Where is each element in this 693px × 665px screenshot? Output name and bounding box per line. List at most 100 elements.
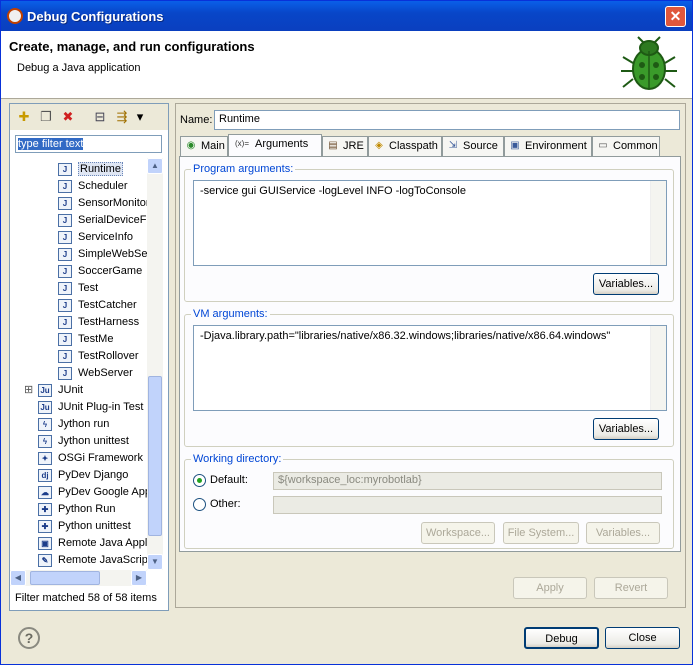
- default-label: Default:: [210, 474, 248, 486]
- tree-item[interactable]: J TestHarness: [58, 314, 139, 331]
- default-radio[interactable]: [193, 474, 206, 487]
- source-tab-icon: ⇲: [448, 140, 458, 152]
- tree-item-label: Remote JavaScrip: [58, 554, 147, 566]
- program-arguments-group: Program arguments: -service gui GUIServi…: [184, 163, 674, 302]
- tab-jre[interactable]: ▤ JRE: [322, 136, 368, 156]
- tab-bar: ◉ Main (x)= Arguments ▤ JRE ◈ Classpath ⇲ Sou…: [180, 134, 682, 156]
- new-config-icon[interactable]: ✚: [16, 109, 32, 125]
- vm-variables-button[interactable]: Variables...: [593, 418, 659, 440]
- tab-classpath[interactable]: ◈ Classpath: [368, 136, 442, 156]
- tab-source[interactable]: ⇲ Source: [442, 136, 504, 156]
- filter-icon[interactable]: ⇶: [114, 109, 130, 125]
- tab-arguments[interactable]: (x)= Arguments: [228, 134, 322, 156]
- python-icon: ✚: [38, 502, 52, 516]
- revert-button[interactable]: Revert: [594, 577, 668, 599]
- tree-item[interactable]: J Runtime: [58, 161, 123, 178]
- tree-vertical-scrollbar[interactable]: ▲ ▼: [147, 158, 163, 570]
- tree-item[interactable]: ▣ Remote Java Appl: [38, 535, 147, 552]
- tree-item[interactable]: J TestRollover: [58, 348, 139, 365]
- tree-item-label: SimpleWebSer: [78, 248, 147, 260]
- tree-item-label: WebServer: [78, 367, 133, 379]
- file-system-button[interactable]: File System...: [503, 522, 579, 544]
- apply-button[interactable]: Apply: [513, 577, 587, 599]
- java-app-icon: J: [58, 281, 72, 295]
- tab-main[interactable]: ◉ Main: [180, 136, 228, 156]
- tree-item-label: TestMe: [78, 333, 114, 345]
- debug-configurations-window: Debug Configurations ✕ Create, manage, a…: [0, 0, 693, 665]
- scroll-left-icon[interactable]: ◀: [10, 570, 26, 586]
- tree-item[interactable]: J WebServer: [58, 365, 133, 382]
- tree-item[interactable]: ✎ Remote JavaScrip: [38, 552, 147, 569]
- tree-item-label: TestCatcher: [78, 299, 137, 311]
- tab-label: Main: [201, 140, 225, 152]
- expand-icon[interactable]: ⊞: [24, 382, 33, 399]
- vm-arguments-textarea[interactable]: -Djava.library.path="libraries/native/x8…: [193, 325, 667, 411]
- name-input[interactable]: Runtime: [214, 110, 680, 130]
- tree-item[interactable]: J SerialDeviceFa: [58, 212, 147, 229]
- hscroll-thumb[interactable]: [30, 571, 100, 585]
- configurations-toolbar: ✚ ❐ ✖ ⊟ ⇶ ▾: [10, 104, 168, 130]
- name-label: Name:: [180, 114, 213, 126]
- tree-item[interactable]: J TestCatcher: [58, 297, 137, 314]
- window-title: Debug Configurations: [27, 9, 164, 24]
- program-arguments-scrollbar[interactable]: [650, 181, 666, 265]
- tab-label: JRE: [343, 140, 364, 152]
- tree-item[interactable]: Ju JUnit Plug-in Test: [38, 399, 143, 416]
- default-directory-field: ${workspace_loc:myrobotlab}: [273, 472, 662, 490]
- tree-item-label: ServiceInfo: [78, 231, 134, 243]
- eclipse-icon: [7, 8, 23, 24]
- google-app-icon: ☁: [38, 485, 52, 499]
- collapse-all-icon[interactable]: ⊟: [92, 109, 108, 125]
- debug-button[interactable]: Debug: [524, 627, 599, 649]
- tree-item[interactable]: ☁ PyDev Google App: [38, 484, 147, 501]
- tab-common[interactable]: ▭ Common: [592, 136, 660, 156]
- tree-item[interactable]: ✚ Python unittest: [38, 518, 131, 535]
- close-window-button[interactable]: ✕: [665, 6, 686, 27]
- junit-plugin-icon: Ju: [38, 400, 52, 414]
- tree-item[interactable]: J ServiceInfo: [58, 229, 133, 246]
- tree-item-label: OSGi Framework: [58, 452, 143, 464]
- help-icon[interactable]: ?: [18, 627, 40, 649]
- duplicate-icon[interactable]: ❐: [38, 109, 54, 125]
- scroll-up-icon[interactable]: ▲: [147, 158, 163, 174]
- tree-item-label: SoccerGame: [78, 265, 143, 277]
- tree-item[interactable]: J SoccerGame: [58, 263, 142, 280]
- program-variables-button[interactable]: Variables...: [593, 273, 659, 295]
- working-variables-button[interactable]: Variables...: [586, 522, 660, 544]
- tree-item-label: JUnit Plug-in Test: [58, 401, 144, 413]
- arguments-tab-icon: (x)=: [235, 139, 249, 149]
- tree-item[interactable]: J SimpleWebSer: [58, 246, 147, 263]
- tree-horizontal-scrollbar[interactable]: ◀ ▶: [10, 570, 147, 586]
- view-menu-icon[interactable]: ▾: [132, 109, 148, 125]
- workspace-button[interactable]: Workspace...: [421, 522, 495, 544]
- tree-item[interactable]: ✚ Python Run: [38, 501, 115, 518]
- tree-item[interactable]: ϟ Jython unittest: [38, 433, 129, 450]
- tree-item[interactable]: J SensorMonitor: [58, 195, 147, 212]
- tree-item[interactable]: J TestMe: [58, 331, 113, 348]
- tree-item-label: SerialDeviceFa: [78, 214, 147, 226]
- vm-arguments-scrollbar[interactable]: [650, 326, 666, 410]
- java-app-icon: J: [58, 247, 72, 261]
- close-button[interactable]: Close: [605, 627, 680, 649]
- jython-icon: ϟ: [38, 417, 52, 431]
- filter-input[interactable]: type filter text: [15, 135, 162, 153]
- java-app-icon: J: [58, 349, 72, 363]
- tree-item[interactable]: ϟ Jython run: [38, 416, 109, 433]
- tab-environment[interactable]: ▣ Environment: [504, 136, 592, 156]
- other-radio[interactable]: [193, 498, 206, 511]
- tree-item[interactable]: J Test: [58, 280, 98, 297]
- tree-item-label: TestRollover: [78, 350, 139, 362]
- delete-icon[interactable]: ✖: [60, 109, 76, 125]
- tree-item[interactable]: ✦ OSGi Framework: [38, 450, 143, 467]
- tree-item-label: Runtime: [78, 162, 123, 176]
- program-arguments-textarea[interactable]: -service gui GUIService -logLevel INFO -…: [193, 180, 667, 266]
- other-label: Other:: [210, 498, 241, 510]
- tree-item[interactable]: J Scheduler: [58, 178, 128, 195]
- tree-item[interactable]: dj PyDev Django: [38, 467, 128, 484]
- vm-arguments-value: -Djava.library.path="libraries/native/x8…: [200, 330, 611, 342]
- scroll-thumb[interactable]: [148, 376, 162, 536]
- scroll-right-icon[interactable]: ▶: [131, 570, 147, 586]
- filter-text: type filter text: [18, 138, 84, 150]
- tree-item[interactable]: ⊞ Ju JUnit: [24, 382, 83, 399]
- scroll-down-icon[interactable]: ▼: [147, 554, 163, 570]
